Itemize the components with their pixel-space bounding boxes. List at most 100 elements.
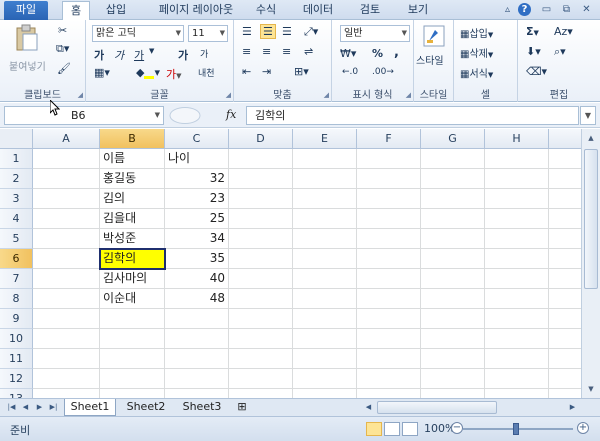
grid-cell[interactable] [485, 169, 549, 189]
grid-cell[interactable] [33, 309, 100, 329]
row-header[interactable]: 5 [0, 229, 33, 249]
align-right-icon[interactable]: ≡ [282, 45, 291, 58]
grid-cell[interactable] [421, 229, 485, 249]
grid-cell[interactable] [485, 229, 549, 249]
cell-b1[interactable]: 이름 [100, 149, 165, 169]
row-header[interactable]: 12 [0, 369, 33, 389]
sort-filter-icon[interactable]: Aᴢ▾ [554, 25, 573, 38]
column-header-e[interactable]: E [293, 129, 357, 149]
underline-dropdown-icon[interactable]: ▼ [149, 47, 154, 55]
grid-cell[interactable] [421, 169, 485, 189]
border-icon[interactable]: ▦▾ [94, 66, 110, 79]
cell-b2[interactable]: 홍길동 [100, 169, 165, 189]
grid-cell[interactable] [293, 149, 357, 169]
grid-cell[interactable] [293, 269, 357, 289]
grid-cell[interactable] [421, 149, 485, 169]
grid-cell[interactable] [33, 289, 100, 309]
grid-cell[interactable] [549, 289, 581, 309]
cut-icon[interactable]: ✂ [58, 24, 67, 37]
grid-cell[interactable] [485, 289, 549, 309]
grid-cell[interactable] [421, 369, 485, 389]
grid-cell[interactable] [229, 189, 293, 209]
grid-cell[interactable] [229, 149, 293, 169]
grid-cell[interactable] [485, 269, 549, 289]
prev-sheet-icon[interactable]: ◀ [20, 401, 31, 414]
sheet-tab-sheet2[interactable]: Sheet2 [120, 399, 172, 416]
grid-cell[interactable] [421, 189, 485, 209]
grid-cell[interactable] [293, 369, 357, 389]
paste-button[interactable]: 붙여넣기 [9, 58, 46, 73]
scroll-left-icon[interactable]: ◀ [363, 401, 374, 414]
scroll-up-icon[interactable]: ▲ [584, 131, 598, 145]
insert-function-button[interactable]: fx [226, 108, 236, 121]
grid-cell[interactable] [229, 329, 293, 349]
row-header[interactable]: 8 [0, 289, 33, 309]
grid-cell[interactable] [33, 209, 100, 229]
grid-cell[interactable] [421, 309, 485, 329]
grid-cell[interactable] [357, 329, 421, 349]
row-header[interactable]: 1 [0, 149, 33, 169]
grid-cell[interactable] [357, 189, 421, 209]
column-header-b[interactable]: B [100, 129, 165, 149]
window-minimize-icon[interactable]: ▭ [540, 3, 553, 16]
row-header[interactable]: 9 [0, 309, 33, 329]
scroll-down-icon[interactable]: ▼ [584, 382, 598, 396]
select-all-corner[interactable] [0, 129, 33, 149]
cell-b5[interactable]: 박성준 [100, 229, 165, 249]
grid-cell[interactable] [549, 349, 581, 369]
italic-button[interactable]: 가 [114, 47, 124, 63]
grid-cell[interactable] [33, 249, 100, 269]
cell-c7[interactable]: 40 [165, 269, 229, 289]
sheet-tab-sheet1[interactable]: Sheet1 [64, 399, 116, 416]
zoom-out-icon[interactable]: − [451, 422, 463, 434]
formula-input[interactable]: 김학의 [246, 106, 579, 125]
grid-cell[interactable] [357, 349, 421, 369]
zoom-slider-thumb[interactable] [513, 423, 519, 435]
grid-cell[interactable] [33, 389, 100, 398]
grid-cell[interactable] [293, 249, 357, 269]
first-sheet-icon[interactable]: |◀ [6, 401, 17, 414]
grid-cell[interactable] [229, 309, 293, 329]
tab-review[interactable]: 검토 [352, 1, 388, 20]
grid-cell[interactable] [100, 389, 165, 398]
name-box[interactable]: B6 ▼ [4, 106, 164, 125]
grid-cell[interactable] [293, 349, 357, 369]
copy-icon[interactable]: ⧉▾ [56, 42, 69, 56]
format-painter-icon[interactable]: 🖌 [57, 62, 71, 75]
grid-cell[interactable] [421, 209, 485, 229]
column-header-h[interactable]: H [485, 129, 549, 149]
grid-cell[interactable] [421, 289, 485, 309]
align-top-icon[interactable]: ☰ [242, 25, 252, 38]
tab-home[interactable]: 홈 [62, 1, 90, 21]
vertical-scrollbar[interactable]: ▲ ▼ [581, 129, 600, 398]
cell-c6[interactable]: 35 [165, 249, 229, 269]
clipboard-launcher-icon[interactable]: ◢ [78, 91, 83, 99]
grid-cell[interactable] [549, 329, 581, 349]
horizontal-scroll-thumb[interactable] [377, 401, 497, 414]
row-header[interactable]: 3 [0, 189, 33, 209]
row-header[interactable]: 11 [0, 349, 33, 369]
grid-cell[interactable] [229, 269, 293, 289]
font-size-select[interactable]: 11 ▼ [188, 25, 228, 42]
page-layout-view-icon[interactable] [384, 422, 400, 436]
grid-cell[interactable] [357, 249, 421, 269]
grid-cell[interactable] [100, 349, 165, 369]
grid-cell[interactable] [485, 149, 549, 169]
grid-cell[interactable] [165, 389, 229, 398]
grid-cell[interactable] [293, 209, 357, 229]
align-center-icon[interactable]: ≡ [262, 45, 271, 58]
grid-cell[interactable] [293, 169, 357, 189]
vertical-scroll-thumb[interactable] [584, 149, 598, 289]
decrease-indent-icon[interactable]: ⇤ [242, 65, 251, 78]
cell-c1[interactable]: 나이 [165, 149, 229, 169]
currency-icon[interactable]: ₩▾ [340, 47, 356, 60]
increase-decimal-icon[interactable]: ←.0 [342, 67, 358, 77]
grid-cell[interactable] [485, 389, 549, 398]
grid-cell[interactable] [485, 309, 549, 329]
number-launcher-icon[interactable]: ◢ [406, 91, 411, 99]
fill-color-icon[interactable]: ◆ ▾ [136, 66, 160, 79]
grid-cell[interactable] [33, 189, 100, 209]
cell-b4[interactable]: 김을대 [100, 209, 165, 229]
row-header[interactable]: 6 [0, 249, 33, 269]
column-header-i[interactable] [549, 129, 581, 149]
